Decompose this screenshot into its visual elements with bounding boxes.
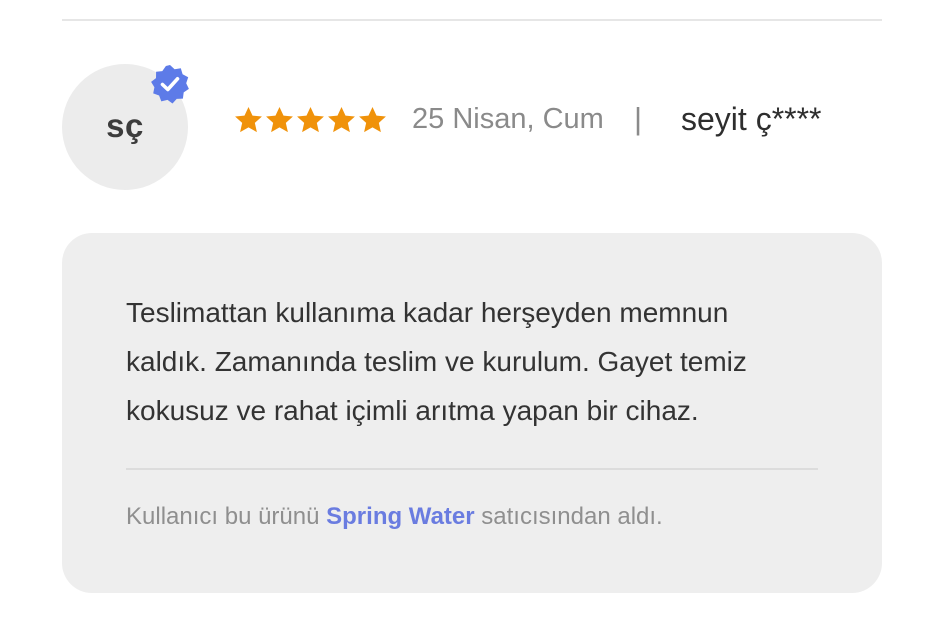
avatar-initials: sç <box>106 107 144 144</box>
top-divider <box>62 19 882 21</box>
reviewer-name: seyit ç**** <box>681 101 822 137</box>
star-icon <box>297 106 324 133</box>
star-icon <box>235 106 262 133</box>
card-divider <box>126 468 818 470</box>
star-rating <box>233 105 388 136</box>
verified-badge-icon <box>151 65 189 104</box>
star-icon <box>266 106 293 133</box>
review-text: Teslimattan kullanıma kadar herşeyden me… <box>126 297 747 426</box>
purchase-prefix: Kullanıcı bu ürünü <box>126 503 320 530</box>
seller-link[interactable]: Spring Water <box>326 503 474 530</box>
meta-separator: | <box>634 101 643 136</box>
review-card: Teslimattan kullanıma kadar herşeyden me… <box>62 233 882 593</box>
purchase-note: Kullanıcı bu ürünü Spring Water satıcısı… <box>126 503 663 531</box>
star-icon <box>359 106 386 133</box>
purchase-suffix: satıcısından aldı. <box>481 503 663 530</box>
review-date: 25 Nisan, Cum <box>412 103 604 135</box>
star-icon <box>328 106 355 133</box>
